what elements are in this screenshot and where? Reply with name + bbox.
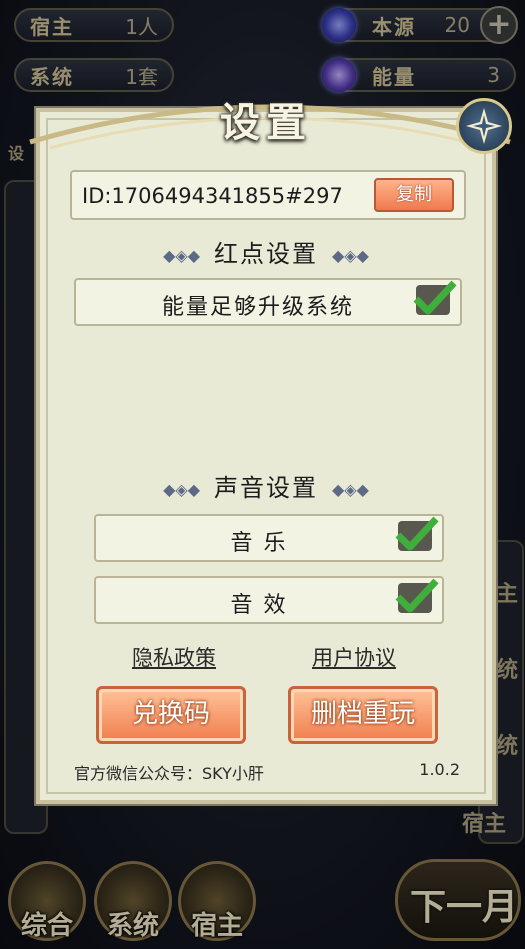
player-id-box: ID:1706494341855#297 复制 [70,170,466,220]
copy-id-button[interactable]: 复制 [374,178,454,212]
sound-effect-checkbox[interactable] [395,578,439,613]
privacy-policy-link[interactable]: 隐私政策 [132,642,216,672]
redpoint-energy-label: 能量足够升级系统 [161,295,354,320]
close-button[interactable] [456,98,512,154]
ornament-right-icon-2: ◆◈◆ [332,479,369,499]
user-agreement-link[interactable]: 用户协议 [312,642,396,672]
official-account-text: 官方微信公众号：SKY小肝 [74,764,264,783]
dialog-title: 设置 [220,100,312,146]
check-icon [395,578,439,613]
version-text: 1.0.2 [419,760,460,779]
ornament-left-icon: ◆◈◆ [163,245,200,265]
sound-effect-label: 音 效 [230,593,288,618]
check-icon [413,280,457,315]
sound-title: 声音设置 [214,474,318,502]
redpoint-energy-option[interactable]: 能量足够升级系统 [74,278,462,326]
ornament-left-icon-2: ◆◈◆ [163,479,200,499]
music-checkbox[interactable] [395,516,439,551]
redpoint-title: 红点设置 [214,240,318,268]
sound-section-title: ◆◈◆ 声音设置 ◆◈◆ [40,468,492,503]
sound-effect-option[interactable]: 音 效 [94,576,444,624]
redpoint-energy-checkbox[interactable] [413,280,457,315]
player-id: ID:1706494341855#297 [82,184,343,208]
compass-star-icon [466,108,502,144]
music-label: 音 乐 [230,531,288,556]
reset-game-button[interactable]: 删档重玩 [288,686,438,744]
music-option[interactable]: 音 乐 [94,514,444,562]
ornament-right-icon: ◆◈◆ [332,245,369,265]
settings-dialog: 设置 ID:1706494341855#297 复制 ◆◈◆ 红点设置 ◆◈◆ 能量… [29,98,512,804]
check-icon [395,516,439,551]
redeem-code-button[interactable]: 兑换码 [96,686,246,744]
redpoint-section-title: ◆◈◆ 红点设置 ◆◈◆ [40,234,492,269]
